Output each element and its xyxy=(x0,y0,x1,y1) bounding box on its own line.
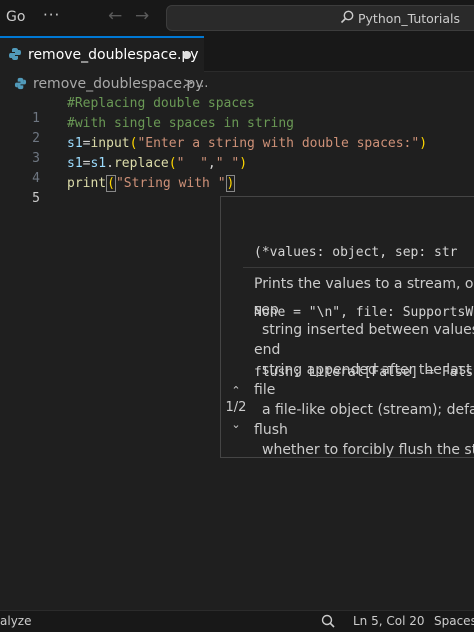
python-icon xyxy=(9,48,21,60)
search-icon xyxy=(340,10,354,24)
token-variable: s1 xyxy=(67,136,83,151)
documentation: Prints the values to a stream, or to sep… xyxy=(254,274,474,458)
code-comment: #with single spaces in string xyxy=(67,116,294,131)
chevron-up-icon[interactable]: ⌃ xyxy=(221,385,251,397)
signature-help-popup[interactable]: (*values: object, sep: str None = "\n", … xyxy=(220,196,474,458)
nav-back-button[interactable]: ← xyxy=(108,6,122,26)
code-line-3[interactable]: 3 s1=input("Enter a string with double s… xyxy=(0,136,474,166)
param-name: flush xyxy=(254,422,288,438)
breadcrumb: remove_doublespace.py > ... xyxy=(0,72,474,96)
token-bracket: ) xyxy=(239,156,248,171)
token-bracket: ( xyxy=(168,156,177,171)
code-line-1[interactable]: 1 #Replacing double spaces xyxy=(0,96,474,126)
line-number: 5 xyxy=(32,191,40,206)
cursor-position[interactable]: Ln 5, Col 20 xyxy=(353,614,425,628)
doc-description: Prints the values to a stream, or to xyxy=(254,276,474,292)
token-string: "Enter a string with double spaces:" xyxy=(137,136,420,151)
tab-bar: remove_doublespace.py xyxy=(0,36,474,72)
tab-remove-doublespace[interactable]: remove_doublespace.py xyxy=(0,36,204,72)
token-operator: . xyxy=(106,156,114,171)
status-item-analyze[interactable]: alyze xyxy=(0,614,31,628)
token-bracket: ) xyxy=(225,175,236,192)
token-bracket: ) xyxy=(419,136,428,151)
token-function: input xyxy=(90,136,130,151)
menu-go[interactable]: Go xyxy=(6,9,25,25)
param-name: sep xyxy=(254,302,279,318)
python-icon xyxy=(14,77,27,90)
code-text: s1=input("Enter a string with double spa… xyxy=(67,136,427,151)
param-name: end xyxy=(254,342,281,358)
status-bar: alyze Ln 5, Col 20 Spaces xyxy=(0,610,474,632)
breadcrumb-more[interactable]: ... xyxy=(196,76,208,91)
token-variable: s1 xyxy=(67,156,83,171)
token-bracket: ( xyxy=(106,175,116,192)
chevron-down-icon[interactable]: ⌄ xyxy=(221,419,251,431)
code-text: s1=s1.replace(" "," ") xyxy=(67,156,247,171)
param-desc: a file-like object (stream); default xyxy=(262,402,474,418)
token-string: " " xyxy=(215,156,240,171)
token-variable: s1 xyxy=(90,156,107,171)
tab-label: remove_doublespace.py xyxy=(28,47,199,63)
param-name: file xyxy=(254,382,276,398)
code-line-5[interactable]: 5 print("String with ") xyxy=(0,175,474,206)
title-bar: Go ··· ← → Python_Tutorials xyxy=(0,0,474,36)
code-line-4[interactable]: 4 s1=s1.replace(" "," ") xyxy=(0,156,474,186)
unsaved-dot-icon[interactable] xyxy=(183,51,191,59)
nav-forward-button[interactable]: → xyxy=(135,6,149,26)
breadcrumb-separator: > xyxy=(183,76,194,91)
code-comment: #Replacing double spaces xyxy=(67,96,255,111)
zoom-icon[interactable] xyxy=(320,613,336,629)
overload-count: 1/2 xyxy=(225,400,247,415)
code-text: print("String with ") xyxy=(67,175,236,192)
divider xyxy=(243,267,474,268)
breadcrumb-file[interactable]: remove_doublespace.py xyxy=(33,76,204,92)
token-operator: , xyxy=(207,156,216,171)
token-function: print xyxy=(67,176,107,191)
menu-more-button[interactable]: ··· xyxy=(43,6,60,24)
param-desc: string inserted between values, d xyxy=(262,322,474,338)
code-line-2[interactable]: 2 #with single spaces in string xyxy=(0,116,474,146)
signature-line: (*values: object, sep: str xyxy=(254,245,458,260)
token-string: " " xyxy=(176,156,208,171)
workspace-name: Python_Tutorials xyxy=(358,11,461,26)
overload-pager: ⌃ 1/2 ⌄ xyxy=(221,385,251,431)
command-center-search[interactable]: Python_Tutorials xyxy=(166,5,474,31)
param-desc: whether to forcibly flush the strea xyxy=(262,442,474,458)
token-string: "String with " xyxy=(115,176,226,191)
code-editor[interactable]: 1 #Replacing double spaces 2 #with singl… xyxy=(0,96,474,610)
indentation-setting[interactable]: Spaces xyxy=(434,614,474,628)
token-function: replace xyxy=(113,156,169,171)
param-desc: string appended after the last val xyxy=(262,362,474,378)
